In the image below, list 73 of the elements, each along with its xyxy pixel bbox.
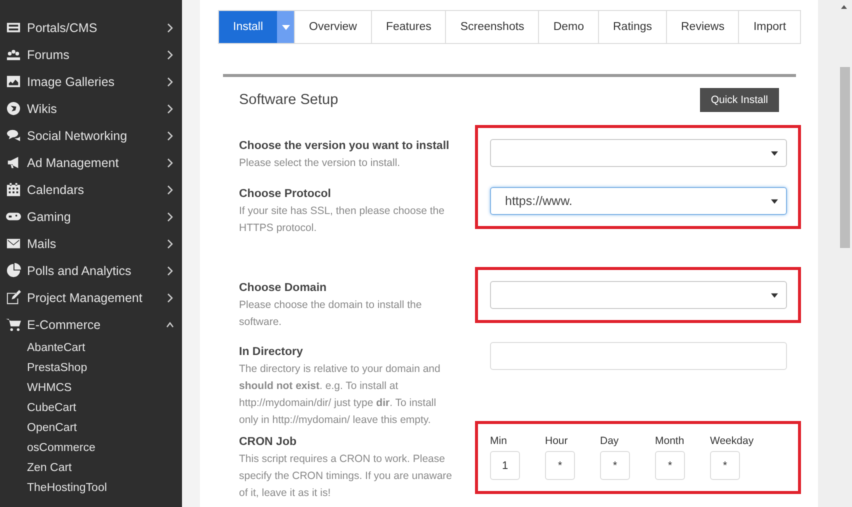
sidebar-item[interactable]: Image Galleries <box>0 68 182 95</box>
sidebar-item[interactable]: Social Networking <box>0 122 182 149</box>
input-field[interactable] <box>490 342 787 370</box>
calendar-icon <box>6 182 21 197</box>
edit-icon <box>6 290 21 305</box>
caret-icon <box>282 24 290 30</box>
field-label: Choose Domain <box>239 281 328 296</box>
field-description: This script requires a CRON to work. Please specify the CRON timings. If you are unaware of it, leave it as it is! <box>239 452 454 501</box>
sidebar-item[interactable]: Ad Management <box>0 149 182 176</box>
sidebar-item[interactable]: Portals/CMS <box>0 14 182 41</box>
tab[interactable]: Install <box>219 11 278 43</box>
field-description: Please select the version to install. <box>239 156 402 171</box>
scroll-up-icon[interactable] <box>841 5 847 9</box>
field-label: Choose Protocol <box>239 187 332 202</box>
tab[interactable]: Features <box>372 11 446 43</box>
sidebar-subitem[interactable]: CubeCart <box>0 398 182 418</box>
caret-icon <box>771 150 778 156</box>
tab[interactable]: Demo <box>539 11 598 43</box>
scrollbar-thumb[interactable] <box>840 67 850 248</box>
tab[interactable]: Import <box>739 11 800 43</box>
field-label: Choose the version you want to install <box>239 139 450 154</box>
input-field[interactable]: * <box>545 451 575 480</box>
quick-install-button[interactable]: Quick Install <box>700 88 779 112</box>
caret-icon <box>771 198 778 204</box>
sidebar-subitem[interactable]: AbanteCart <box>0 338 182 358</box>
caret-icon <box>771 292 778 298</box>
field-description: Please choose the domain to install the software. <box>239 298 423 330</box>
envelope-icon <box>6 236 21 251</box>
field-description: The directory is relative to your domain and should not exist. e.g. To install at http://mydomain/dir/ just type dir. To install only in http://mydomain/ leave this empty. <box>239 362 442 428</box>
cron-label: Weekday <box>710 435 754 447</box>
tab[interactable]: Overview <box>295 11 371 43</box>
dropdown-field[interactable] <box>490 139 787 167</box>
input-field[interactable]: * <box>710 451 740 480</box>
sidebar-subitem[interactable]: PrestaShop <box>0 358 182 378</box>
sidebar-item[interactable]: Project Management <box>0 284 182 311</box>
dropdown-field[interactable]: https://www. <box>490 187 787 215</box>
cron-label: Min <box>490 435 507 447</box>
cron-label: Day <box>600 435 619 447</box>
window-icon <box>6 20 21 35</box>
sidebar-item[interactable]: Forums <box>0 41 182 68</box>
pie-chart-icon <box>6 263 21 278</box>
tab[interactable]: Screenshots <box>446 11 538 43</box>
input-field[interactable]: * <box>655 451 685 480</box>
tab[interactable]: Reviews <box>667 11 738 43</box>
speech-bubbles-icon <box>6 128 21 143</box>
input-field[interactable]: * <box>600 451 630 480</box>
sidebar-subitem[interactable]: WHMCS <box>0 378 182 398</box>
field-label: CRON Job <box>239 435 298 450</box>
sidebar-subitem[interactable]: osCommerce <box>0 438 182 458</box>
globe-icon <box>6 101 21 116</box>
field-label: In Directory <box>239 345 304 360</box>
tab-dropdown-button[interactable] <box>277 11 294 43</box>
sidebar-item[interactable]: Polls and Analytics <box>0 257 182 284</box>
section-title: Software Setup <box>239 92 338 108</box>
picture-icon <box>6 74 21 89</box>
input-field[interactable]: 1 <box>490 451 520 480</box>
sidebar-subitem[interactable]: TheHostingTool <box>0 478 182 498</box>
field-description: If your site has SSL, then please choose the HTTPS protocol. <box>239 204 446 236</box>
sidebar-subitem[interactable]: OpenCart <box>0 418 182 438</box>
megaphone-icon <box>6 155 21 170</box>
tab[interactable]: Ratings <box>599 11 666 43</box>
people-icon <box>6 47 21 62</box>
scrollbar[interactable] <box>818 0 852 507</box>
cart-icon <box>6 317 21 332</box>
cron-label: Hour <box>545 435 568 447</box>
sidebar-item[interactable]: Wikis <box>0 95 182 122</box>
sidebar-item[interactable]: E-Commerce <box>0 311 182 338</box>
dropdown-field[interactable] <box>490 281 787 309</box>
sidebar-item[interactable]: Gaming <box>0 203 182 230</box>
sidebar-subitem[interactable]: Zen Cart <box>0 458 182 478</box>
cron-label: Month <box>655 435 684 447</box>
sidebar-item[interactable]: Calendars <box>0 176 182 203</box>
sidebar-item[interactable]: Mails <box>0 230 182 257</box>
